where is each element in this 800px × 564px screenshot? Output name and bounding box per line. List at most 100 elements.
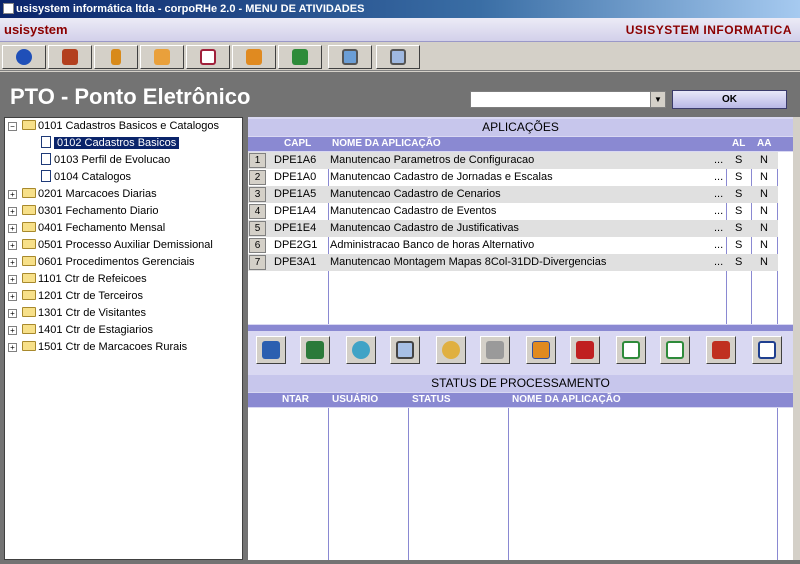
module-select[interactable]: ▼ (470, 91, 666, 108)
cell-aa: N (760, 205, 768, 217)
expand-icon[interactable]: + (8, 343, 17, 352)
col-al[interactable]: AL (732, 138, 745, 149)
export-button[interactable] (616, 336, 646, 364)
main-toolbar (0, 43, 800, 71)
row-number: 6 (249, 238, 266, 253)
apps-grid: 1 DPE1A6 Manutencao Parametros de Config… (248, 152, 793, 324)
expand-icon[interactable]: + (8, 258, 17, 267)
app-icon[interactable] (3, 3, 14, 14)
import-icon (666, 341, 684, 359)
cell-more[interactable]: ... (714, 254, 723, 271)
report-button[interactable] (186, 45, 230, 69)
document-x-button[interactable] (140, 45, 184, 69)
cell-more[interactable]: ... (714, 169, 723, 186)
person-button[interactable] (94, 45, 138, 69)
expand-icon[interactable]: + (8, 309, 17, 318)
tree-node-1401[interactable]: 1401 Ctr de Estagiarios (22, 322, 153, 338)
report-icon (200, 49, 216, 65)
tree-node-0401[interactable]: 0401 Fechamento Mensal (22, 220, 165, 236)
tree-node-1301[interactable]: 1301 Ctr de Visitantes (22, 305, 146, 321)
col-status[interactable]: STATUS (412, 394, 451, 405)
expand-icon[interactable]: + (8, 275, 17, 284)
back-button[interactable] (2, 45, 46, 69)
row-number: 5 (249, 221, 266, 236)
table-row[interactable]: 1 DPE1A6 Manutencao Parametros de Config… (248, 152, 778, 169)
users-button[interactable] (48, 45, 92, 69)
col-nome[interactable]: NOME DA APLICAÇÃO (332, 138, 441, 149)
table-row[interactable]: 5 DPE1E4 Manutencao Cadastro de Justific… (248, 220, 778, 237)
app-header: usisystem USISYSTEM INFORMATICA (0, 18, 800, 42)
tree-icon (262, 341, 280, 359)
word-icon (758, 341, 776, 359)
cell-al: S (735, 256, 743, 268)
monitor-settings-button[interactable] (376, 45, 420, 69)
monitor-button[interactable] (390, 336, 420, 364)
monitor-button[interactable] (328, 45, 372, 69)
col-capl[interactable]: CAPL (284, 138, 311, 149)
expand-icon[interactable]: + (8, 292, 17, 301)
send-button[interactable] (706, 336, 736, 364)
tree-node-0101[interactable]: 0101 Cadastros Basicos e Catalogos (22, 118, 219, 134)
folder-icon (22, 273, 36, 283)
word-button[interactable] (752, 336, 782, 364)
upload-button[interactable] (526, 336, 556, 364)
tree-button[interactable] (256, 336, 286, 364)
chevron-down-icon[interactable]: ▼ (650, 92, 665, 107)
green-book-button[interactable] (278, 45, 322, 69)
cell-al: S (735, 188, 743, 200)
folder-icon (22, 307, 36, 317)
cell-more[interactable]: ... (714, 186, 723, 203)
tree-node-1101[interactable]: 1101 Ctr de Refeicoes (22, 271, 147, 287)
status-title: STATUS DE PROCESSAMENTO (248, 375, 793, 392)
tree-node-0102[interactable]: 0102 Cadastros Basicos (41, 135, 180, 151)
printer-button[interactable] (480, 336, 510, 364)
tree-node-0601[interactable]: 0601 Procedimentos Gerenciais (22, 254, 195, 270)
cell-more[interactable]: ... (714, 220, 723, 237)
table-row[interactable]: 3 DPE1A5 Manutencao Cadastro de Cenarios… (248, 186, 778, 203)
erase-icon (576, 341, 594, 359)
document-icon (41, 153, 51, 165)
tree-node-0201[interactable]: 0201 Marcacoes Diarias (22, 186, 157, 202)
expand-icon[interactable]: + (8, 190, 17, 199)
col-usuario[interactable]: USUÁRIO (332, 394, 378, 405)
table-row[interactable]: 7 DPE3A1 Manutencao Montagem Mapas 8Col-… (248, 254, 778, 271)
expand-icon[interactable]: + (8, 207, 17, 216)
col-aa[interactable]: AA (757, 138, 771, 149)
refresh-button[interactable] (346, 336, 376, 364)
tree-node-0104[interactable]: 0104 Catalogos (41, 169, 131, 185)
apps-header: CAPL NOME DA APLICAÇÃO AL AA (248, 137, 793, 151)
main-area: PTO - Ponto Eletrônico ▼ OK − 0101 Cadas… (0, 72, 800, 564)
clock-button[interactable] (436, 336, 466, 364)
cell-more[interactable]: ... (714, 152, 723, 169)
expand-icon[interactable]: + (8, 241, 17, 250)
action-toolbar (248, 325, 793, 367)
tree-node-0501[interactable]: 0501 Processo Auxiliar Demissional (22, 237, 213, 253)
tree-node-1201[interactable]: 1201 Ctr de Terceiros (22, 288, 143, 304)
monitor-icon (396, 341, 414, 359)
expand-icon[interactable]: + (8, 326, 17, 335)
collapse-icon[interactable]: − (8, 122, 17, 131)
book-button[interactable] (232, 45, 276, 69)
table-row[interactable]: 6 DPE2G1 Administracao Banco de horas Al… (248, 237, 778, 254)
col-ntar[interactable]: NTAR (282, 394, 309, 405)
cell-more[interactable]: ... (714, 203, 723, 220)
col-nome-aplicacao[interactable]: NOME DA APLICAÇÃO (512, 394, 621, 405)
import-button[interactable] (660, 336, 690, 364)
table-row[interactable]: 2 DPE1A0 Manutencao Cadastro de Jornadas… (248, 169, 778, 186)
tree-node-0301[interactable]: 0301 Fechamento Diario (22, 203, 158, 219)
cell-more[interactable]: ... (714, 237, 723, 254)
tree-node-0103[interactable]: 0103 Perfil de Evolucao (41, 152, 170, 168)
green-book-icon (292, 49, 308, 65)
ok-button[interactable]: OK (672, 90, 787, 109)
tree-add-button[interactable] (300, 336, 330, 364)
cell-nome: Manutencao Cadastro de Jornadas e Escala… (330, 171, 553, 183)
expand-icon[interactable]: + (8, 224, 17, 233)
divider (508, 408, 509, 560)
erase-button[interactable] (570, 336, 600, 364)
company-name: USISYSTEM INFORMATICA (625, 23, 792, 37)
table-row[interactable]: 4 DPE1A4 Manutencao Cadastro de Eventos … (248, 203, 778, 220)
scrollbar[interactable] (793, 117, 800, 560)
tree-node-1501[interactable]: 1501 Ctr de Marcacoes Rurais (22, 339, 187, 355)
cell-aa: N (760, 171, 768, 183)
document-icon (41, 136, 51, 148)
